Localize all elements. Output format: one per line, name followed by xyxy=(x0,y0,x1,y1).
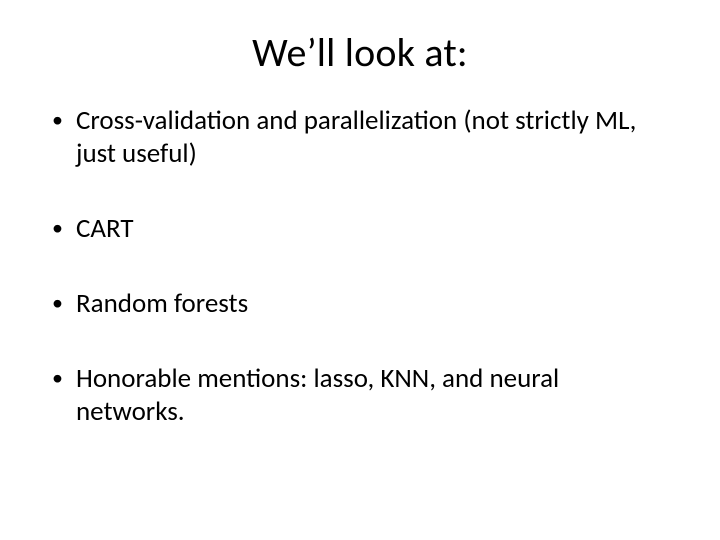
bullet-text: CART xyxy=(76,212,134,245)
bullet-text: Honorable mentions: lasso, KNN, and neur… xyxy=(76,362,559,428)
bullet-list: Cross-validation and parallelization (no… xyxy=(40,105,680,429)
list-item: Honorable mentions: lasso, KNN, and neur… xyxy=(48,363,672,429)
slide-title: We’ll look at: xyxy=(40,28,680,77)
bullet-text: Random forests xyxy=(76,287,248,320)
list-item: CART xyxy=(48,213,672,246)
slide: We’ll look at: Cross-validation and para… xyxy=(0,0,720,540)
list-item: Random forests xyxy=(48,288,672,321)
bullet-text: Cross-validation and parallelization (no… xyxy=(76,104,636,170)
list-item: Cross-validation and parallelization (no… xyxy=(48,105,672,171)
